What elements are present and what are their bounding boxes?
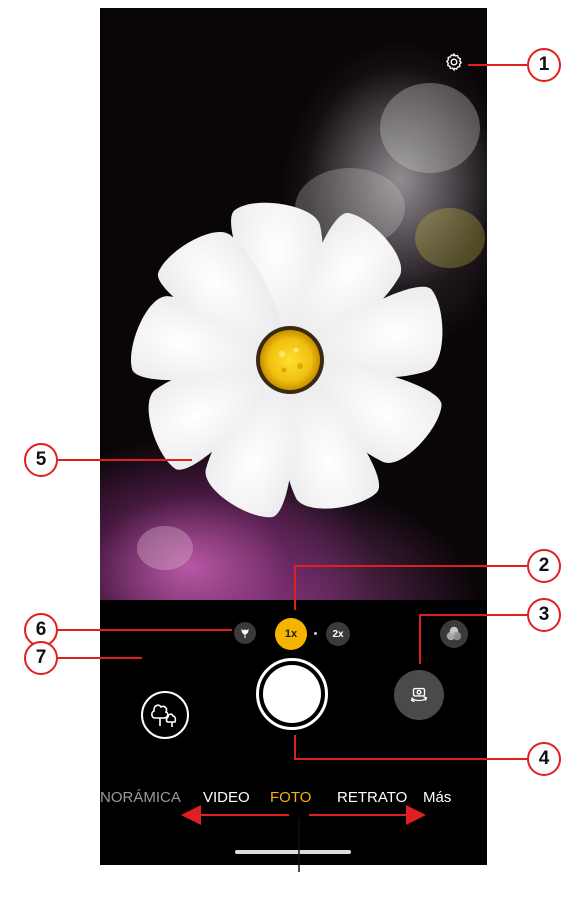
viewfinder[interactable] xyxy=(100,8,487,600)
gear-icon xyxy=(445,52,463,72)
mode-retrato[interactable]: RETRATO xyxy=(337,789,407,806)
callout-3: 3 xyxy=(527,598,561,632)
shutter-button[interactable] xyxy=(256,658,328,730)
callout-7: 7 xyxy=(24,641,58,675)
callout-2: 2 xyxy=(527,549,561,583)
callout-5: 5 xyxy=(24,443,58,477)
callout-1: 1 xyxy=(527,48,561,82)
camera-screen: 1x 2x NORÁMICA VIDEO FOTO RETRATO Más xyxy=(100,8,487,865)
trees-icon xyxy=(151,704,177,727)
zoom-separator-dot xyxy=(314,632,317,635)
settings-button[interactable] xyxy=(444,52,468,76)
filter-icon xyxy=(446,626,462,641)
camera-mode-selector: NORÁMICA VIDEO FOTO RETRATO Más xyxy=(100,789,487,809)
switch-camera-button[interactable] xyxy=(394,670,444,720)
mode-video[interactable]: VIDEO xyxy=(203,789,250,806)
home-indicator[interactable] xyxy=(235,850,351,854)
filter-button[interactable] xyxy=(440,620,468,648)
callout-4: 4 xyxy=(527,742,561,776)
gallery-thumbnail-button[interactable] xyxy=(141,691,189,739)
mode-mas[interactable]: Más xyxy=(423,789,451,806)
shutter-inner xyxy=(263,665,321,723)
flower-icon xyxy=(241,628,249,638)
zoom-selector: 1x 2x xyxy=(100,618,487,650)
mode-panoramica[interactable]: NORÁMICA xyxy=(100,789,181,806)
mode-foto[interactable]: FOTO xyxy=(270,789,311,806)
camera-switch-icon xyxy=(410,687,428,703)
zoom-2x-button[interactable]: 2x xyxy=(326,622,350,646)
zoom-1x-button[interactable]: 1x xyxy=(275,618,307,650)
flower-preview xyxy=(131,68,487,570)
macro-button[interactable] xyxy=(234,622,256,644)
